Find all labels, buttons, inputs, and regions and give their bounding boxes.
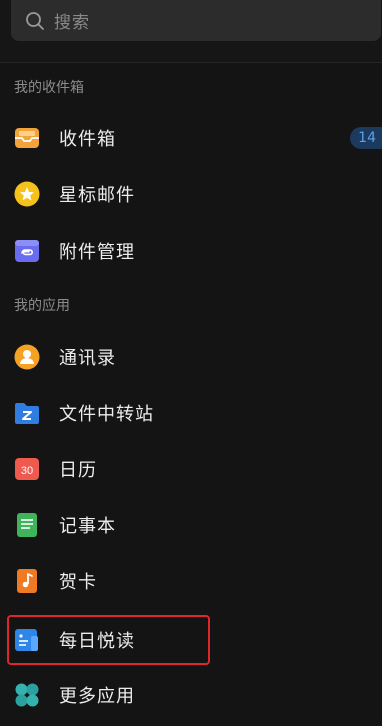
menu-item-label: 日历 xyxy=(59,460,97,481)
notebook-icon xyxy=(14,512,40,538)
menu-item-label: 更多应用 xyxy=(59,686,135,707)
menu-item-inbox[interactable]: 收件箱 14 xyxy=(0,110,382,166)
calendar-icon-date: 30 xyxy=(21,465,33,477)
attachment-icon xyxy=(14,238,40,264)
menu-item-label: 星标邮件 xyxy=(59,185,135,206)
calendar-icon: 30 xyxy=(14,456,40,482)
highlight-annotation-box xyxy=(7,615,210,665)
star-icon xyxy=(14,181,40,207)
unread-count-badge: 14 xyxy=(350,127,382,149)
folder-icon xyxy=(14,400,40,426)
more-apps-icon xyxy=(14,682,40,708)
menu-item-calendar[interactable]: 30 日历 xyxy=(0,441,382,497)
menu-item-label: 通讯录 xyxy=(59,348,116,369)
contacts-icon xyxy=(14,344,40,370)
section-header-mailbox: 我的收件箱 xyxy=(14,80,84,96)
menu-item-label: 附件管理 xyxy=(59,242,135,263)
menu-item-starred[interactable]: 星标邮件 xyxy=(0,166,382,222)
menu-item-greeting-card[interactable]: 贺卡 xyxy=(0,553,382,609)
search-icon xyxy=(25,11,45,31)
menu-item-attachments[interactable]: 附件管理 xyxy=(0,223,382,279)
menu-item-contacts[interactable]: 通讯录 xyxy=(0,329,382,385)
menu-item-label: 收件箱 xyxy=(59,129,116,150)
menu-item-label: 文件中转站 xyxy=(59,404,154,425)
menu-item-more-apps[interactable]: 更多应用 xyxy=(0,667,382,723)
inbox-icon xyxy=(14,125,40,151)
search-bar[interactable]: 搜索 xyxy=(11,0,381,41)
menu-item-notebook[interactable]: 记事本 xyxy=(0,497,382,553)
section-header-apps: 我的应用 xyxy=(14,298,70,314)
menu-item-label: 记事本 xyxy=(59,516,116,537)
search-header: 搜索 xyxy=(0,0,382,63)
greeting-card-icon xyxy=(14,568,40,594)
menu-item-file-transfer[interactable]: 文件中转站 xyxy=(0,385,382,441)
menu-item-label: 贺卡 xyxy=(59,572,97,593)
search-placeholder: 搜索 xyxy=(54,13,90,33)
